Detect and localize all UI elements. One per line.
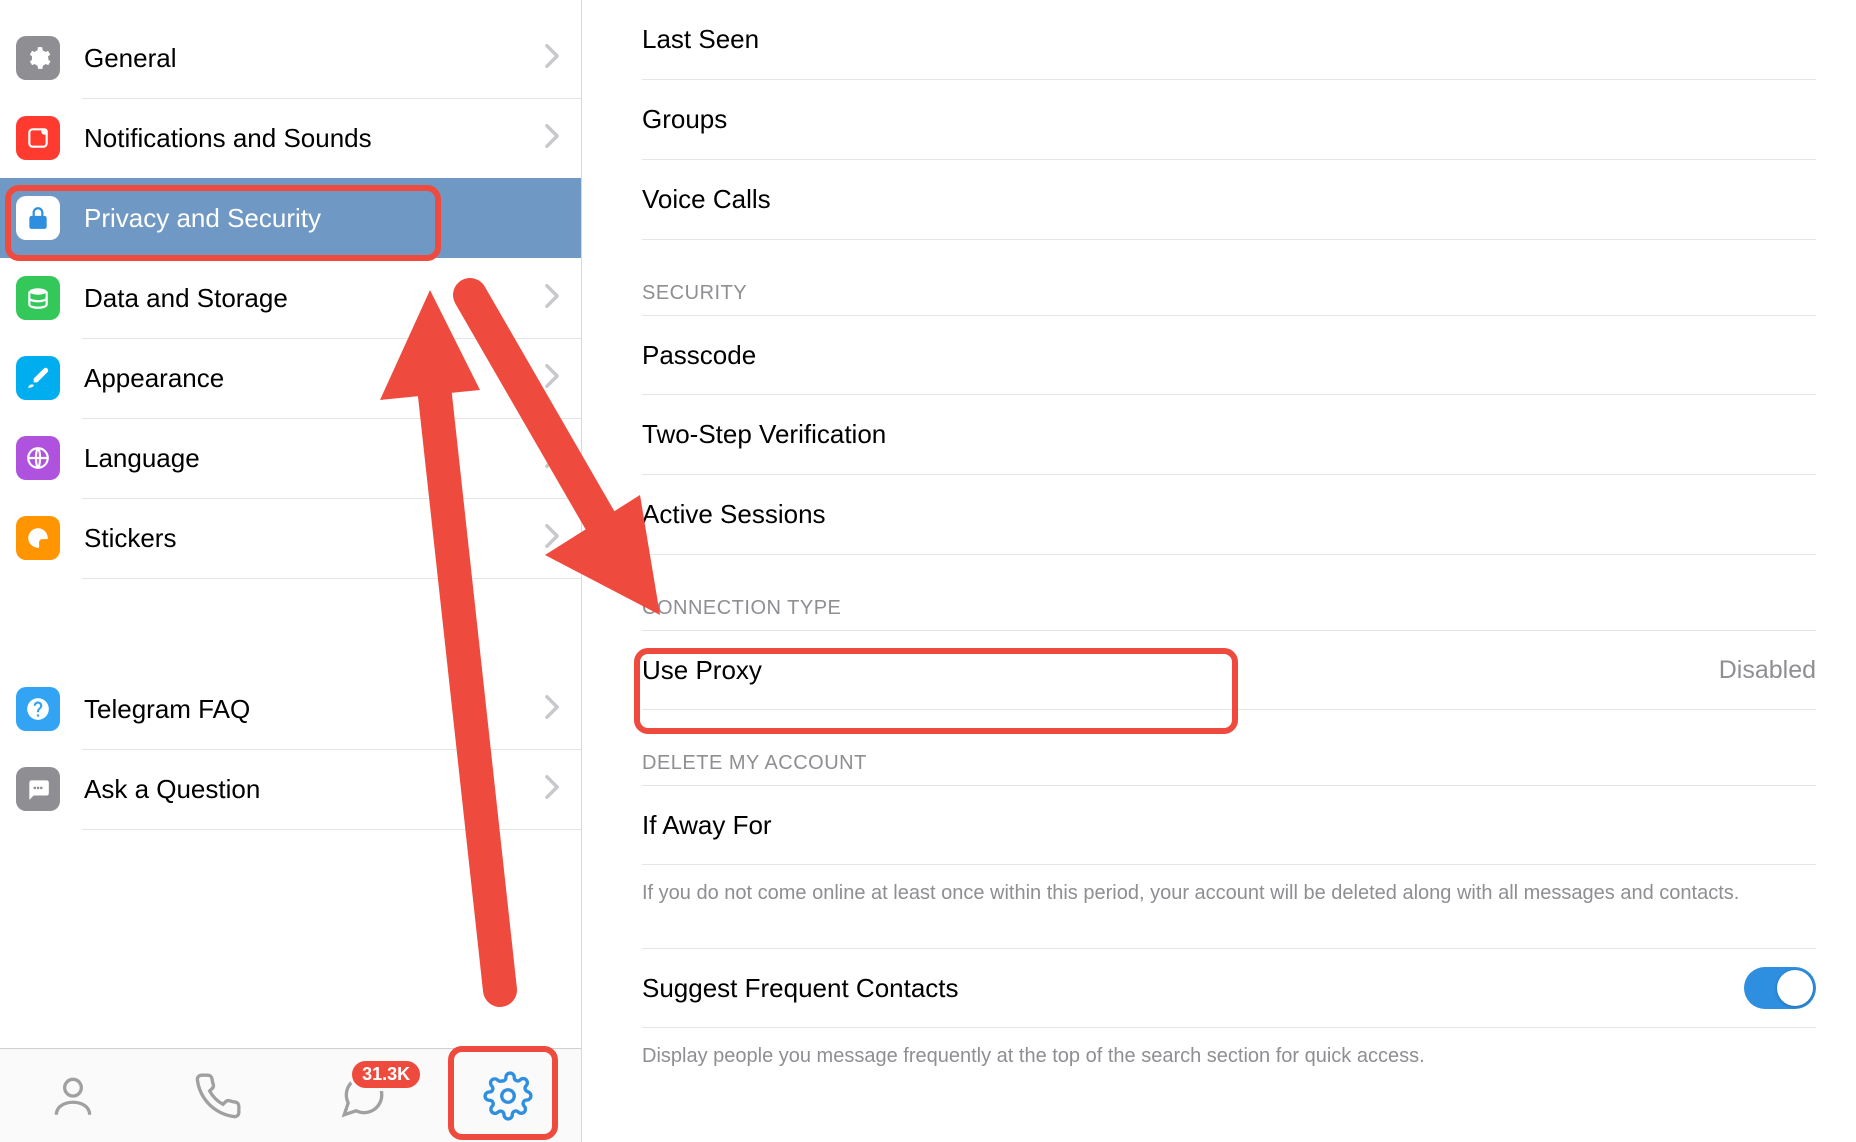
- connection-section: CONNECTION TYPE Use Proxy Disabled: [642, 597, 1816, 710]
- chats-unread-badge: 31.3K: [349, 1058, 423, 1091]
- sidebar-item-label: Telegram FAQ: [84, 694, 545, 725]
- section-header: CONNECTION TYPE: [642, 597, 1816, 620]
- section-footer: If you do not come online at least once …: [642, 879, 1816, 908]
- sidebar-item-label: Appearance: [84, 363, 545, 394]
- sidebar-item-general[interactable]: General: [0, 18, 581, 98]
- sidebar-item-language[interactable]: Language: [0, 418, 581, 498]
- sidebar-items: General Notifications and Sounds Priva: [0, 0, 581, 1048]
- chevron-right-icon: [545, 124, 559, 153]
- chevron-right-icon: [545, 775, 559, 804]
- row-label: Groups: [642, 104, 1816, 135]
- sidebar-item-appearance[interactable]: Appearance: [0, 338, 581, 418]
- row-active-sessions[interactable]: Active Sessions: [642, 475, 1816, 555]
- bottom-tab-bar: 31.3K: [0, 1048, 581, 1142]
- settings-sidebar: General Notifications and Sounds Priva: [0, 0, 582, 1142]
- sidebar-item-label: Ask a Question: [84, 774, 545, 805]
- security-section: SECURITY Passcode Two-Step Verification …: [642, 282, 1816, 555]
- row-passcode[interactable]: Passcode: [642, 315, 1816, 395]
- chevron-right-icon: [545, 444, 559, 473]
- row-voice-calls[interactable]: Voice Calls: [642, 160, 1816, 240]
- row-label: If Away For: [642, 810, 1816, 841]
- row-label: Use Proxy: [642, 655, 1719, 686]
- calls-tab[interactable]: [178, 1060, 258, 1132]
- chevron-right-icon: [545, 364, 559, 393]
- settings-tab[interactable]: [468, 1060, 548, 1132]
- sidebar-item-notifications[interactable]: Notifications and Sounds: [0, 98, 581, 178]
- sidebar-item-label: Privacy and Security: [84, 203, 559, 234]
- gear-icon: [16, 36, 60, 80]
- bell-square-icon: [16, 116, 60, 160]
- sidebar-item-data[interactable]: Data and Storage: [0, 258, 581, 338]
- sidebar-item-label: Stickers: [84, 523, 545, 554]
- sidebar-item-label: Data and Storage: [84, 283, 545, 314]
- row-label: Two-Step Verification: [642, 419, 1816, 450]
- lock-icon: [16, 196, 60, 240]
- stack-icon: [16, 276, 60, 320]
- divider: [82, 829, 581, 830]
- section-footer: Display people you message frequently at…: [642, 1042, 1816, 1071]
- row-use-proxy[interactable]: Use Proxy Disabled: [642, 630, 1816, 710]
- chevron-right-icon: [545, 284, 559, 313]
- privacy-detail-pane: Last Seen Groups Voice Calls SECURITY Pa…: [582, 0, 1856, 1142]
- sidebar-item-label: General: [84, 43, 545, 74]
- row-label: Last Seen: [642, 24, 1816, 55]
- sidebar-item-faq[interactable]: Telegram FAQ: [0, 669, 581, 749]
- section-header: SECURITY: [642, 282, 1816, 305]
- delete-account-section: DELETE MY ACCOUNT If Away For If you do …: [642, 752, 1816, 908]
- question-icon: [16, 687, 60, 731]
- app-root: General Notifications and Sounds Priva: [0, 0, 1856, 1142]
- chevron-right-icon: [545, 524, 559, 553]
- chats-tab[interactable]: 31.3K: [323, 1060, 403, 1132]
- chevron-right-icon: [545, 695, 559, 724]
- chevron-right-icon: [545, 44, 559, 73]
- sidebar-item-stickers[interactable]: Stickers: [0, 498, 581, 578]
- suggest-section: Suggest Frequent Contacts Display people…: [642, 948, 1816, 1071]
- sidebar-item-label: Language: [84, 443, 545, 474]
- toggle-switch[interactable]: [1744, 967, 1816, 1009]
- sidebar-item-ask[interactable]: Ask a Question: [0, 749, 581, 829]
- globe-icon: [16, 436, 60, 480]
- row-value: Disabled: [1719, 656, 1816, 685]
- chat-dots-icon: [16, 767, 60, 811]
- contacts-tab[interactable]: [33, 1060, 113, 1132]
- row-if-away[interactable]: If Away For: [642, 785, 1816, 865]
- row-label: Active Sessions: [642, 499, 1816, 530]
- sidebar-item-privacy[interactable]: Privacy and Security: [0, 178, 581, 258]
- row-label: Suggest Frequent Contacts: [642, 973, 1744, 1004]
- privacy-section: Last Seen Groups Voice Calls: [642, 0, 1816, 240]
- sticker-icon: [16, 516, 60, 560]
- row-two-step[interactable]: Two-Step Verification: [642, 395, 1816, 475]
- row-groups[interactable]: Groups: [642, 80, 1816, 160]
- sidebar-item-label: Notifications and Sounds: [84, 123, 545, 154]
- sidebar-spacer: [0, 579, 581, 669]
- row-label: Voice Calls: [642, 184, 1816, 215]
- row-suggest-contacts[interactable]: Suggest Frequent Contacts: [642, 948, 1816, 1028]
- section-header: DELETE MY ACCOUNT: [642, 752, 1816, 775]
- row-last-seen[interactable]: Last Seen: [642, 0, 1816, 80]
- row-label: Passcode: [642, 340, 1816, 371]
- brush-icon: [16, 356, 60, 400]
